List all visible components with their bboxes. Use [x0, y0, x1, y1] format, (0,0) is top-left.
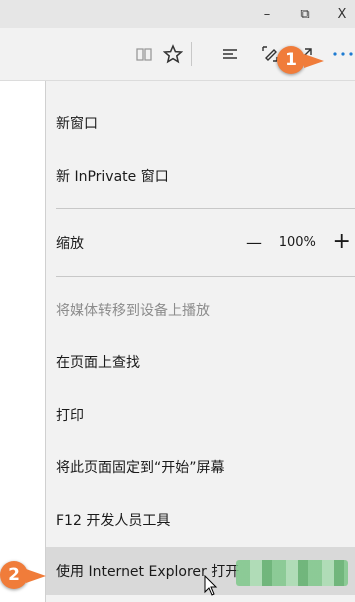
- redacted-region: [236, 560, 348, 586]
- step-badge-2: 2: [0, 561, 28, 589]
- more-button[interactable]: [330, 28, 355, 80]
- menu-item-label: 打印: [56, 408, 84, 424]
- menu-item-pin-to-start[interactable]: 将此页面固定到“开始”屏幕: [46, 452, 355, 482]
- menu-item-print[interactable]: 打印: [46, 400, 355, 430]
- menu-divider: [56, 276, 355, 277]
- favorites-star-icon: [163, 44, 183, 64]
- restore-icon: ⧉: [300, 6, 310, 22]
- step-badge-label: 1: [285, 50, 297, 70]
- close-icon: X: [337, 6, 347, 22]
- title-bar: – ⧉ X: [0, 0, 355, 28]
- menu-item-dev-tools[interactable]: F12 开发人员工具: [46, 505, 355, 535]
- menu-item-zoom: 缩放: [46, 228, 236, 258]
- close-button[interactable]: X: [320, 0, 355, 28]
- menu-item-find-on-page[interactable]: 在页面上查找: [46, 347, 355, 377]
- zoom-level: 100%: [278, 234, 316, 250]
- menu-item-label: 新窗口: [56, 116, 98, 132]
- step-badge-label: 2: [8, 565, 20, 585]
- menu-item-label: 在页面上查找: [56, 355, 140, 371]
- zoom-label: 缩放: [56, 236, 84, 252]
- menu-item-label: 新 InPrivate 窗口: [56, 169, 169, 185]
- menu-item-new-window[interactable]: 新窗口: [46, 108, 355, 138]
- hub-button[interactable]: [218, 28, 242, 80]
- zoom-out-button[interactable]: —: [246, 233, 262, 252]
- menu-item-new-inprivate[interactable]: 新 InPrivate 窗口: [46, 161, 355, 191]
- zoom-controls: — 100% +: [246, 231, 351, 253]
- mouse-cursor-icon: [204, 575, 218, 596]
- toolbar-separator: [191, 42, 192, 66]
- menu-item-label: F12 开发人员工具: [56, 513, 171, 529]
- callout-arrow-icon: [26, 569, 46, 583]
- reading-view-icon: [136, 48, 152, 61]
- menu-item-label: 将此页面固定到“开始”屏幕: [56, 460, 225, 476]
- more-icon: [332, 52, 353, 56]
- step-badge-1: 1: [277, 46, 305, 74]
- zoom-in-button[interactable]: +: [333, 231, 351, 253]
- page-content-area: [0, 81, 45, 602]
- menu-item-label: 将媒体转移到设备上播放: [56, 303, 210, 319]
- favorites-button[interactable]: [161, 28, 185, 80]
- menu-divider: [56, 208, 355, 209]
- reading-view-button[interactable]: [133, 28, 155, 80]
- minimize-icon: –: [263, 6, 271, 22]
- more-actions-menu: 新窗口 新 InPrivate 窗口 缩放 — 100% + 将媒体转移到设备上…: [45, 81, 355, 602]
- hub-icon: [223, 49, 237, 59]
- menu-item-cast-media: 将媒体转移到设备上播放: [46, 295, 355, 325]
- callout-arrow-icon: [304, 54, 324, 68]
